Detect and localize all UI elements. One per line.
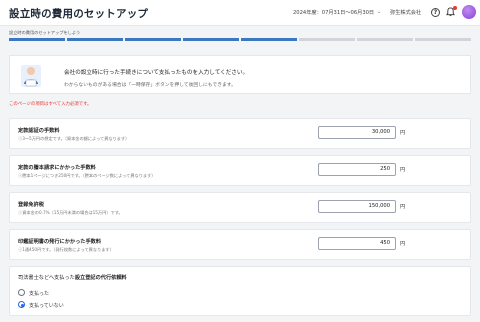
required-note: このページの項目はすべて入力必須です。 [9, 102, 92, 107]
fee-hint: ⓘ1通450円です。（発行枚数によって異なります） [18, 247, 114, 252]
avatar[interactable] [462, 5, 476, 19]
fee-label: 印鑑証明書の発行にかかった手数料 [18, 239, 102, 245]
page-subtitle: 設立時の費用のセットアップをしよう [9, 30, 81, 35]
banner-sub-text: わからないものがある場合は「一時保存」ボタンを押して後回しにもできます。 [64, 83, 236, 88]
notification-dot [453, 6, 457, 10]
yen-unit: 円 [400, 204, 406, 210]
company-name[interactable]: 弥生株式会社 [390, 9, 421, 16]
seal-certificate-fee-input[interactable]: 450 [318, 237, 396, 250]
yen-unit: 円 [400, 241, 406, 247]
progress-step [124, 38, 182, 41]
instruction-banner: 会社の設立時に行った手続きについて支払ったものを入力してください。 わからないも… [9, 55, 471, 94]
chevron-down-icon[interactable]: ⌄ [377, 9, 381, 15]
fee-label: 登録免許税 [18, 202, 44, 208]
progress-step [240, 38, 298, 41]
progress-step [66, 38, 124, 41]
progress-step [298, 38, 356, 41]
fee-card-registration-tax: 登録免許税 ⓘ資本金の0.7%（15万円未満の場合は15万円）です。 150,0… [9, 192, 471, 223]
progress-step [414, 38, 471, 41]
yen-unit: 円 [400, 167, 406, 173]
radio-paid-label[interactable]: 支払った [29, 290, 49, 297]
fee-card-articles-certification: 定款認証の手数料 ⓘ3～5万円の想定です。（資本金の額によって異なります） 30… [9, 118, 471, 149]
fee-hint: ⓘ資本金の0.7%（15万円未満の場合は15万円）です。 [18, 210, 123, 215]
fee-hint: ⓘ謄本1ページにつき250円です。（謄本のページ数によって異なります） [18, 173, 156, 178]
fee-hint: ⓘ3～5万円の想定です。（資本金の額によって異なります） [18, 136, 130, 141]
help-icon[interactable]: ? [431, 8, 440, 17]
agent-fee-question: 司法書士などへ支払った設立登記の代行依頼料 [18, 275, 127, 281]
instruction-illustration-icon [21, 65, 41, 87]
progress-step [182, 38, 240, 41]
yen-unit: 円 [400, 130, 406, 136]
articles-copy-fee-input[interactable]: 250 [318, 163, 396, 176]
banner-main-text: 会社の設立時に行った手続きについて支払ったものを入力してください。 [64, 70, 249, 76]
fiscal-period-selector[interactable]: 2024年度：07月31日～06月30日 [293, 9, 374, 16]
page-title: 設立時の費用のセットアップ [9, 8, 149, 20]
progress-step [356, 38, 414, 41]
progress-step [9, 38, 66, 41]
fee-label: 定款の謄本請求にかかった手数料 [18, 165, 96, 171]
radio-paid[interactable] [18, 289, 25, 296]
fee-card-articles-copy: 定款の謄本請求にかかった手数料 ⓘ謄本1ページにつき250円です。（謄本のページ… [9, 155, 471, 186]
radio-not-paid-label[interactable]: 支払っていない [29, 302, 64, 309]
articles-certification-fee-input[interactable]: 30,000 [318, 126, 396, 139]
radio-not-paid[interactable] [18, 301, 25, 308]
agent-fee-card: 司法書士などへ支払った設立登記の代行依頼料 支払った 支払っていない [9, 266, 471, 316]
app-header: 設立時の費用のセットアップ 2024年度：07月31日～06月30日 ⌄ 弥生株… [0, 0, 480, 26]
step-progress-bar [9, 38, 471, 41]
fee-card-seal-certificate: 印鑑証明書の発行にかかった手数料 ⓘ1通450円です。（発行枚数によって異なりま… [9, 229, 471, 260]
fee-label: 定款認証の手数料 [18, 128, 60, 134]
registration-tax-input[interactable]: 150,000 [318, 200, 396, 213]
